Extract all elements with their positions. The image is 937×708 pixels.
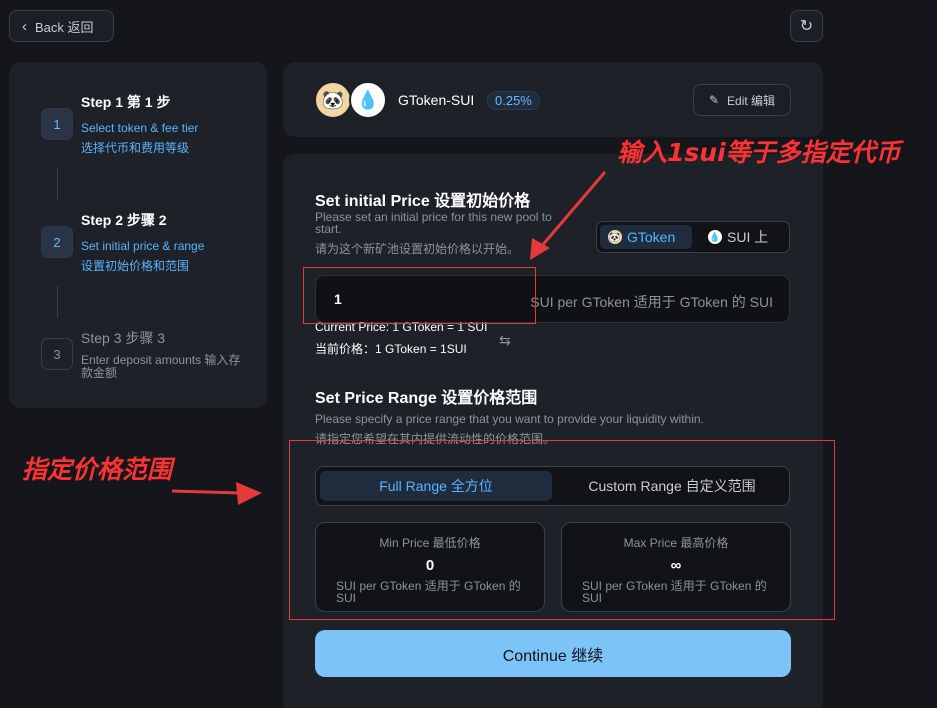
arrow-to-range-head bbox=[236, 482, 262, 505]
arrow-to-price-line bbox=[538, 171, 607, 249]
arrow-to-range-line bbox=[171, 489, 241, 495]
annotation-arrows bbox=[171, 171, 607, 505]
